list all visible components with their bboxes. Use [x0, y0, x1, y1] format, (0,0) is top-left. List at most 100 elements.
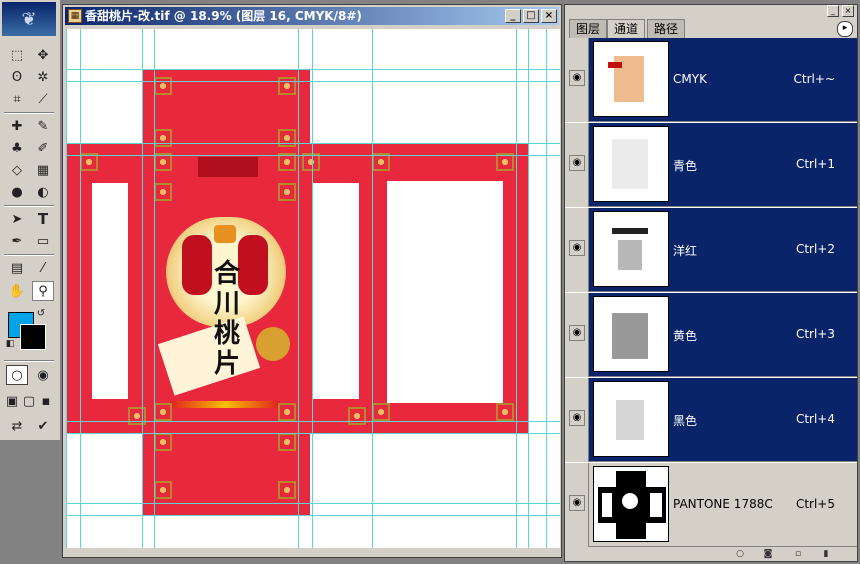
guide-line[interactable] — [142, 29, 143, 549]
corner-ornament — [154, 433, 172, 451]
guide-line[interactable] — [154, 29, 155, 549]
check-icon[interactable]: ✔ — [32, 416, 54, 436]
guide-line[interactable] — [372, 29, 373, 549]
panel-menu-icon[interactable]: ▸ — [837, 21, 853, 37]
eye-icon[interactable]: ◉ — [569, 70, 585, 86]
gradient-bar — [170, 401, 280, 408]
eye-icon[interactable]: ◉ — [569, 495, 585, 511]
path-select-icon[interactable]: ➤ — [6, 209, 28, 229]
history-brush-icon[interactable]: ✐ — [32, 138, 54, 158]
eye-icon[interactable]: ◉ — [569, 240, 585, 256]
tab-channels[interactable]: 通道 — [607, 19, 646, 39]
guide-line[interactable] — [528, 29, 529, 549]
channel-shortcut: Ctrl+2 — [795, 242, 835, 256]
shape-icon[interactable]: ▭ — [32, 231, 54, 251]
guide-line[interactable] — [66, 29, 67, 549]
screen-mode-standard-icon[interactable]: ▣ — [4, 391, 20, 411]
crop-icon[interactable]: ⌗ — [6, 89, 28, 109]
panel-header[interactable]: _ × — [565, 5, 857, 19]
magic-wand-icon[interactable]: ✲ — [32, 67, 54, 87]
channel-row-black[interactable]: ◉ 黑色 Ctrl+4 — [565, 378, 857, 462]
slice-icon[interactable]: ⟋ — [32, 89, 54, 109]
eye-icon[interactable]: ◉ — [569, 325, 585, 341]
move-icon[interactable]: ✥ — [32, 45, 54, 65]
guide-line[interactable] — [312, 29, 313, 549]
guide-line[interactable] — [66, 503, 560, 504]
maximize-button[interactable]: □ — [523, 9, 539, 23]
dodge-icon[interactable]: ◐ — [32, 182, 54, 202]
healing-icon[interactable]: ✚ — [6, 116, 28, 136]
guide-line[interactable] — [66, 421, 560, 422]
tab-paths[interactable]: 路径 — [647, 19, 686, 38]
panel-minimize-button[interactable]: _ — [827, 5, 839, 17]
horizontal-scrollbar[interactable] — [66, 548, 560, 554]
guide-line[interactable] — [66, 143, 560, 144]
guide-line[interactable] — [66, 81, 560, 82]
delete-channel-icon[interactable]: ▮ — [821, 549, 831, 559]
corner-ornament — [278, 183, 296, 201]
imageready-jump-icon[interactable]: ⇄ — [6, 416, 28, 436]
brush-icon[interactable]: ✎ — [32, 116, 54, 136]
stamp-icon[interactable]: ♣ — [6, 138, 28, 158]
product-name: 合川桃片 — [213, 259, 240, 379]
gradient-icon[interactable]: ▦ — [32, 160, 54, 180]
eraser-icon[interactable]: ◇ — [6, 160, 28, 180]
hand-icon[interactable]: ✋ — [6, 281, 28, 301]
eye-icon[interactable]: ◉ — [569, 410, 585, 426]
channel-row-cyan[interactable]: ◉ 青色 Ctrl+1 — [565, 123, 857, 207]
tab-layers[interactable]: 图层 — [569, 19, 608, 38]
standard-mode-icon[interactable]: ○ — [6, 365, 28, 385]
zoom-icon[interactable]: ⚲ — [32, 281, 54, 301]
screen-mode-full-icon[interactable]: ▪ — [38, 391, 54, 411]
default-colors-icon[interactable]: ◧ — [4, 338, 16, 350]
document-title: 香甜桃片-改.tif @ 18.9% (图层 16, CMYK/8#) — [85, 9, 362, 23]
channel-thumbnail — [593, 381, 669, 457]
pen-icon[interactable]: ✒ — [6, 231, 28, 251]
close-button[interactable]: × — [541, 9, 557, 23]
side-window-left — [92, 183, 128, 399]
lasso-icon[interactable]: ʘ — [6, 67, 28, 87]
guide-line[interactable] — [66, 155, 560, 156]
document-canvas[interactable]: 合川桃片 — [66, 29, 560, 549]
screen-mode-menu-icon[interactable]: ▢ — [21, 391, 37, 411]
feather-logo-icon: ❦ — [2, 2, 56, 36]
channel-thumbnail — [593, 296, 669, 372]
guide-line[interactable] — [516, 29, 517, 549]
corner-ornament — [278, 403, 296, 421]
marquee-icon[interactable]: ⬚ — [6, 45, 28, 65]
quick-mask-icon[interactable]: ◉ — [32, 365, 54, 385]
channels-panel: _ × 图层 通道 路径 ▸ ◉ CMYK Ctrl+~ ◉ 青色 Ctrl+1… — [564, 4, 858, 562]
save-selection-icon[interactable]: ◙ — [763, 549, 773, 559]
butterfly — [214, 225, 236, 243]
guide-line[interactable] — [66, 515, 560, 516]
channel-row-magenta[interactable]: ◉ 洋红 Ctrl+2 — [565, 208, 857, 292]
document-title-bar[interactable]: ▦ 香甜桃片-改.tif @ 18.9% (图层 16, CMYK/8#) _ … — [65, 7, 559, 25]
document-window: ▦ 香甜桃片-改.tif @ 18.9% (图层 16, CMYK/8#) _ … — [62, 4, 562, 558]
channels-list: ◉ CMYK Ctrl+~ ◉ 青色 Ctrl+1 ◉ 洋红 Ctrl+2 ◉ … — [565, 38, 857, 548]
channel-name: 黄色 — [673, 329, 698, 343]
guide-line[interactable] — [80, 29, 81, 549]
guide-line[interactable] — [66, 433, 560, 434]
swap-colors-icon[interactable]: ↺ — [34, 306, 48, 320]
guide-line[interactable] — [298, 29, 299, 549]
type-icon[interactable]: T — [32, 209, 54, 229]
blur-icon[interactable]: ● — [6, 182, 28, 202]
minimize-button[interactable]: _ — [505, 9, 521, 23]
eye-icon[interactable]: ◉ — [569, 155, 585, 171]
notes-icon[interactable]: ▤ — [6, 258, 28, 278]
panel-close-button[interactable]: × — [842, 5, 854, 17]
channel-row-yellow[interactable]: ◉ 黄色 Ctrl+3 — [565, 293, 857, 377]
toolbox: ❦ ⬚ ✥ ʘ ✲ ⌗ ⟋ ✚ ✎ ♣ ✐ ◇ ▦ ● ◐ ➤ T ✒ ▭ ▤ … — [0, 0, 61, 440]
channel-row-pantone[interactable]: ◉ PANTONE 1788C Ctrl+5 — [565, 463, 857, 547]
back-window — [387, 181, 503, 403]
load-selection-icon[interactable]: ○ — [735, 549, 745, 559]
guide-line[interactable] — [66, 69, 560, 70]
channel-shortcut: Ctrl+5 — [795, 497, 835, 511]
channel-thumbnail — [593, 466, 669, 542]
guide-line[interactable] — [546, 29, 547, 549]
background-color-swatch[interactable] — [20, 324, 46, 350]
new-channel-icon[interactable]: ▫ — [793, 549, 803, 559]
corner-ornament — [372, 403, 390, 421]
eyedropper-icon[interactable]: ⁄ — [32, 258, 54, 278]
channel-row-cmyk[interactable]: ◉ CMYK Ctrl+~ — [565, 38, 857, 122]
